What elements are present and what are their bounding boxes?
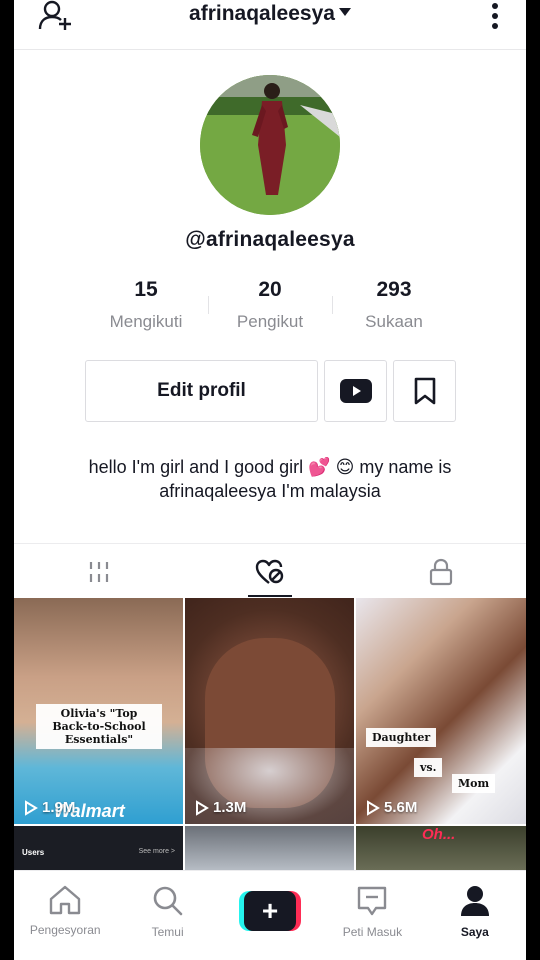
nav-discover[interactable]: Temui <box>116 871 218 960</box>
avatar[interactable] <box>200 75 340 215</box>
profile-screen: afrinaqaleesya @afrinaqaleesya 15 Mengik… <box>14 0 526 960</box>
view-count-value: 5.6M <box>384 799 418 816</box>
profile-bio: hello I'm girl and I good girl 💕 😊 my na… <box>44 455 496 503</box>
profile-icon <box>460 886 489 916</box>
create-plus-icon: + <box>239 891 302 931</box>
view-count-value: 1.3M <box>213 799 247 816</box>
stat-label: Mengikuti <box>109 312 183 331</box>
video-caption: Olivia's "Top Back-to-School Essentials" <box>36 704 162 749</box>
youtube-button[interactable] <box>324 360 387 422</box>
tab-private[interactable] <box>355 544 526 599</box>
stat-label: Pengikut <box>236 312 304 331</box>
more-vertical-icon[interactable] <box>490 2 500 30</box>
edit-profile-button[interactable]: Edit profil <box>85 360 318 422</box>
top-bar: afrinaqaleesya <box>14 0 526 50</box>
nav-create[interactable]: + <box>219 871 321 960</box>
tab-videos[interactable] <box>14 544 185 599</box>
stat-label: Sukaan <box>365 312 423 331</box>
nav-label: Temui <box>151 925 184 939</box>
video-overlay-text: Oh... <box>422 826 456 843</box>
search-icon <box>153 886 182 916</box>
bookmark-icon <box>414 377 435 405</box>
play-outline-icon <box>25 799 38 816</box>
video-thumbnail[interactable]: Olivia's "Top Back-to-School Essentials"… <box>14 598 183 824</box>
caret-down-icon <box>338 8 351 17</box>
profile-stats: 15 Mengikuti 20 Pengikut 293 Sukaan <box>84 278 456 338</box>
bio-line: hello I'm girl and I good girl 💕 😊 my na… <box>88 457 452 477</box>
account-handle: afrinaqaleesya <box>189 2 335 25</box>
content-tabs <box>14 543 526 599</box>
video-grid: Olivia's "Top Back-to-School Essentials"… <box>14 598 526 870</box>
bottom-nav: Pengesyoran Temui + Peti Masuk Saya <box>14 870 526 960</box>
favorites-button[interactable] <box>393 360 456 422</box>
view-count: 5.6M <box>366 799 417 816</box>
stat-value: 15 <box>134 278 158 301</box>
nav-label: Pengesyoran <box>29 923 101 937</box>
nav-label: Peti Masuk <box>342 925 403 939</box>
stat-value: 293 <box>376 278 412 301</box>
account-switcher[interactable]: afrinaqaleesya <box>14 2 526 26</box>
grid-icon <box>90 561 109 582</box>
play-outline-icon <box>367 799 380 816</box>
video-thumbnail[interactable]: Daughter vs. Mom 5.6M <box>356 598 526 824</box>
tab-liked[interactable] <box>185 544 356 599</box>
video-caption: Mom <box>452 774 496 793</box>
video-thumbnail[interactable]: Users See more > <box>14 826 183 870</box>
stat-followers[interactable]: 20 Pengikut <box>208 278 332 338</box>
video-caption: Daughter <box>366 728 437 747</box>
profile-username: @afrinaqaleesya <box>185 228 355 251</box>
view-count: 1.9M <box>24 799 75 816</box>
play-outline-icon <box>196 799 209 816</box>
nav-inbox[interactable]: Peti Masuk <box>321 871 423 960</box>
stat-value: 20 <box>258 278 282 301</box>
video-caption: vs. <box>414 758 443 777</box>
view-count: 1.3M <box>195 799 246 816</box>
video-thumbnail[interactable] <box>185 826 354 870</box>
home-icon <box>50 885 81 915</box>
nav-profile[interactable]: Saya <box>424 871 526 960</box>
liked-heart-icon <box>255 559 284 584</box>
view-count-value: 1.9M <box>42 799 76 816</box>
lock-icon <box>429 558 452 585</box>
video-overlay-text: Users <box>22 848 45 857</box>
video-thumbnail[interactable]: 1.3M <box>185 598 354 824</box>
video-thumbnail[interactable]: Oh... <box>356 826 526 870</box>
stat-following[interactable]: 15 Mengikuti <box>84 278 208 338</box>
stat-likes[interactable]: 293 Sukaan <box>332 278 456 338</box>
nav-home[interactable]: Pengesyoran <box>14 871 116 960</box>
nav-label: Saya <box>460 925 489 939</box>
video-overlay-text: See more > <box>138 848 175 855</box>
bio-line: afrinaqaleesya I'm malaysia <box>159 481 381 501</box>
inbox-icon <box>358 886 387 916</box>
youtube-icon <box>339 379 372 403</box>
